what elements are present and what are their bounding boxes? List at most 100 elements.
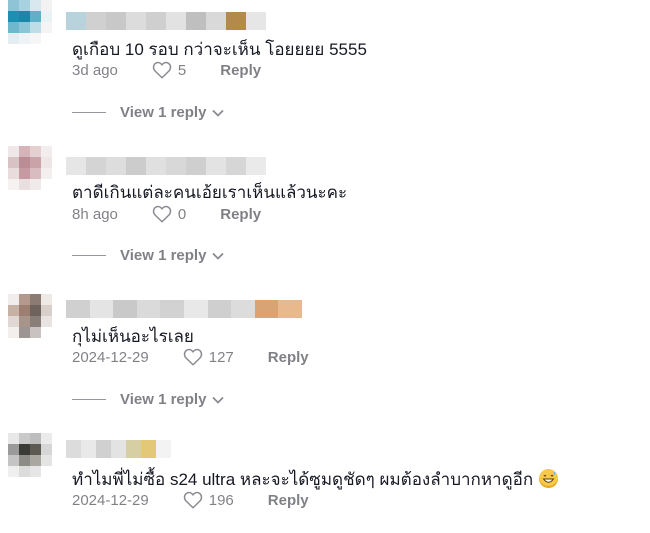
grinning-sweat-emoji-icon [538,469,558,488]
avatar[interactable] [8,0,52,44]
username-pixel [254,300,279,318]
avatar-pixel [30,327,41,338]
avatar-pixel [41,157,52,168]
username-pixel [96,440,111,458]
username-pixel [66,440,81,458]
comment-text: ดูเกือบ 10 รอบ กว่าจะเห็น โอยยยย 5555 [72,40,367,59]
reply-button[interactable]: Reply [268,349,309,366]
username-pixel [126,440,141,458]
username-pixel [113,300,137,318]
username-pixel [160,300,184,318]
username-pixel [186,440,201,458]
avatar-pixel [41,179,52,190]
username-pixel [166,157,186,175]
avatar-pixel [8,22,19,33]
username-pixel [146,157,166,175]
avatar-pixel [30,0,41,11]
like-count: 0 [177,205,187,223]
avatar-pixel [30,22,41,33]
chevron-down-icon [212,109,225,117]
comment-date: 2024-12-29 [72,491,149,509]
heart-outline-icon [152,205,172,223]
view-replies-button[interactable]: View 1 reply [72,391,225,408]
avatar-pixel [30,294,41,305]
avatar-pixel [30,466,41,477]
avatar-pixel [19,0,30,11]
view-replies-button[interactable]: View 1 reply [72,247,225,264]
comment-date: 3d ago [72,61,118,79]
like-button[interactable]: 196 [183,491,234,509]
username-blurred[interactable] [66,440,216,458]
username-pixel [186,157,206,175]
username-pixel [278,300,302,318]
avatar-pixel [41,168,52,179]
username-pixel [231,300,255,318]
username-pixel [66,12,86,30]
avatar-pixel [41,433,52,444]
avatar-pixel [30,33,41,44]
comment-meta: 2024-12-29 127 Reply [72,348,309,366]
view-replies-label: View 1 reply [120,391,207,408]
avatar-pixel [30,433,41,444]
avatar-pixel [41,294,52,305]
avatar-pixel [19,157,30,168]
username-pixel [106,12,126,30]
avatar-pixel [8,444,19,455]
avatar-pixel [19,146,30,157]
username-pixel [66,300,90,318]
username-pixel [201,440,216,458]
divider-line [72,399,106,400]
avatar-pixel [19,316,30,327]
avatar-pixel [41,22,52,33]
username-pixel [89,300,114,318]
chevron-down-icon [212,252,225,260]
avatar-pixel [8,179,19,190]
avatar-pixel [19,305,30,316]
avatar-pixel [19,444,30,455]
avatar-pixel [30,168,41,179]
avatar-pixel [41,466,52,477]
username-pixel [126,12,146,30]
avatar[interactable] [8,294,52,338]
reply-button[interactable]: Reply [220,206,261,223]
avatar-pixel [8,327,19,338]
avatar-pixel [41,316,52,327]
avatar-pixel [19,11,30,22]
username-pixel [136,300,161,318]
avatar-pixel [8,146,19,157]
avatar-pixel [30,316,41,327]
username-pixel [206,157,226,175]
view-replies-button[interactable]: View 1 reply [72,104,225,121]
like-count: 5 [177,61,187,79]
username-blurred[interactable] [66,12,266,30]
avatar-pixel [30,444,41,455]
avatar[interactable] [8,146,52,190]
username-pixel [86,157,106,175]
like-count: 196 [208,491,234,509]
like-button[interactable]: 127 [183,348,234,366]
avatar-pixel [41,11,52,22]
reply-button[interactable]: Reply [268,492,309,509]
avatar-pixel [41,327,52,338]
username-pixel [207,300,232,318]
username-blurred[interactable] [66,300,302,318]
avatar-pixel [19,294,30,305]
view-replies-label: View 1 reply [120,247,207,264]
avatar-pixel [8,433,19,444]
comment-text: ตาดีเกินแต่ละคนเอ้ยเราเห็นแล้วนะคะ [72,183,348,202]
avatar-pixel [19,168,30,179]
comment-text: ทำไมพี่ไม่ซื้อ s24 ultra หละจะได้ซูมดูชั… [72,466,558,493]
reply-button[interactable]: Reply [220,62,261,79]
like-button[interactable]: 5 [152,61,186,79]
avatar-pixel [41,0,52,11]
avatar-pixel [8,305,19,316]
like-button[interactable]: 0 [152,205,186,223]
avatar-pixel [8,157,19,168]
comment-meta: 3d ago 5 Reply [72,61,261,79]
avatar-pixel [19,22,30,33]
avatar-pixel [19,33,30,44]
avatar[interactable] [8,433,52,477]
username-blurred[interactable] [66,157,266,175]
avatar-pixel [30,305,41,316]
divider-line [72,112,106,113]
